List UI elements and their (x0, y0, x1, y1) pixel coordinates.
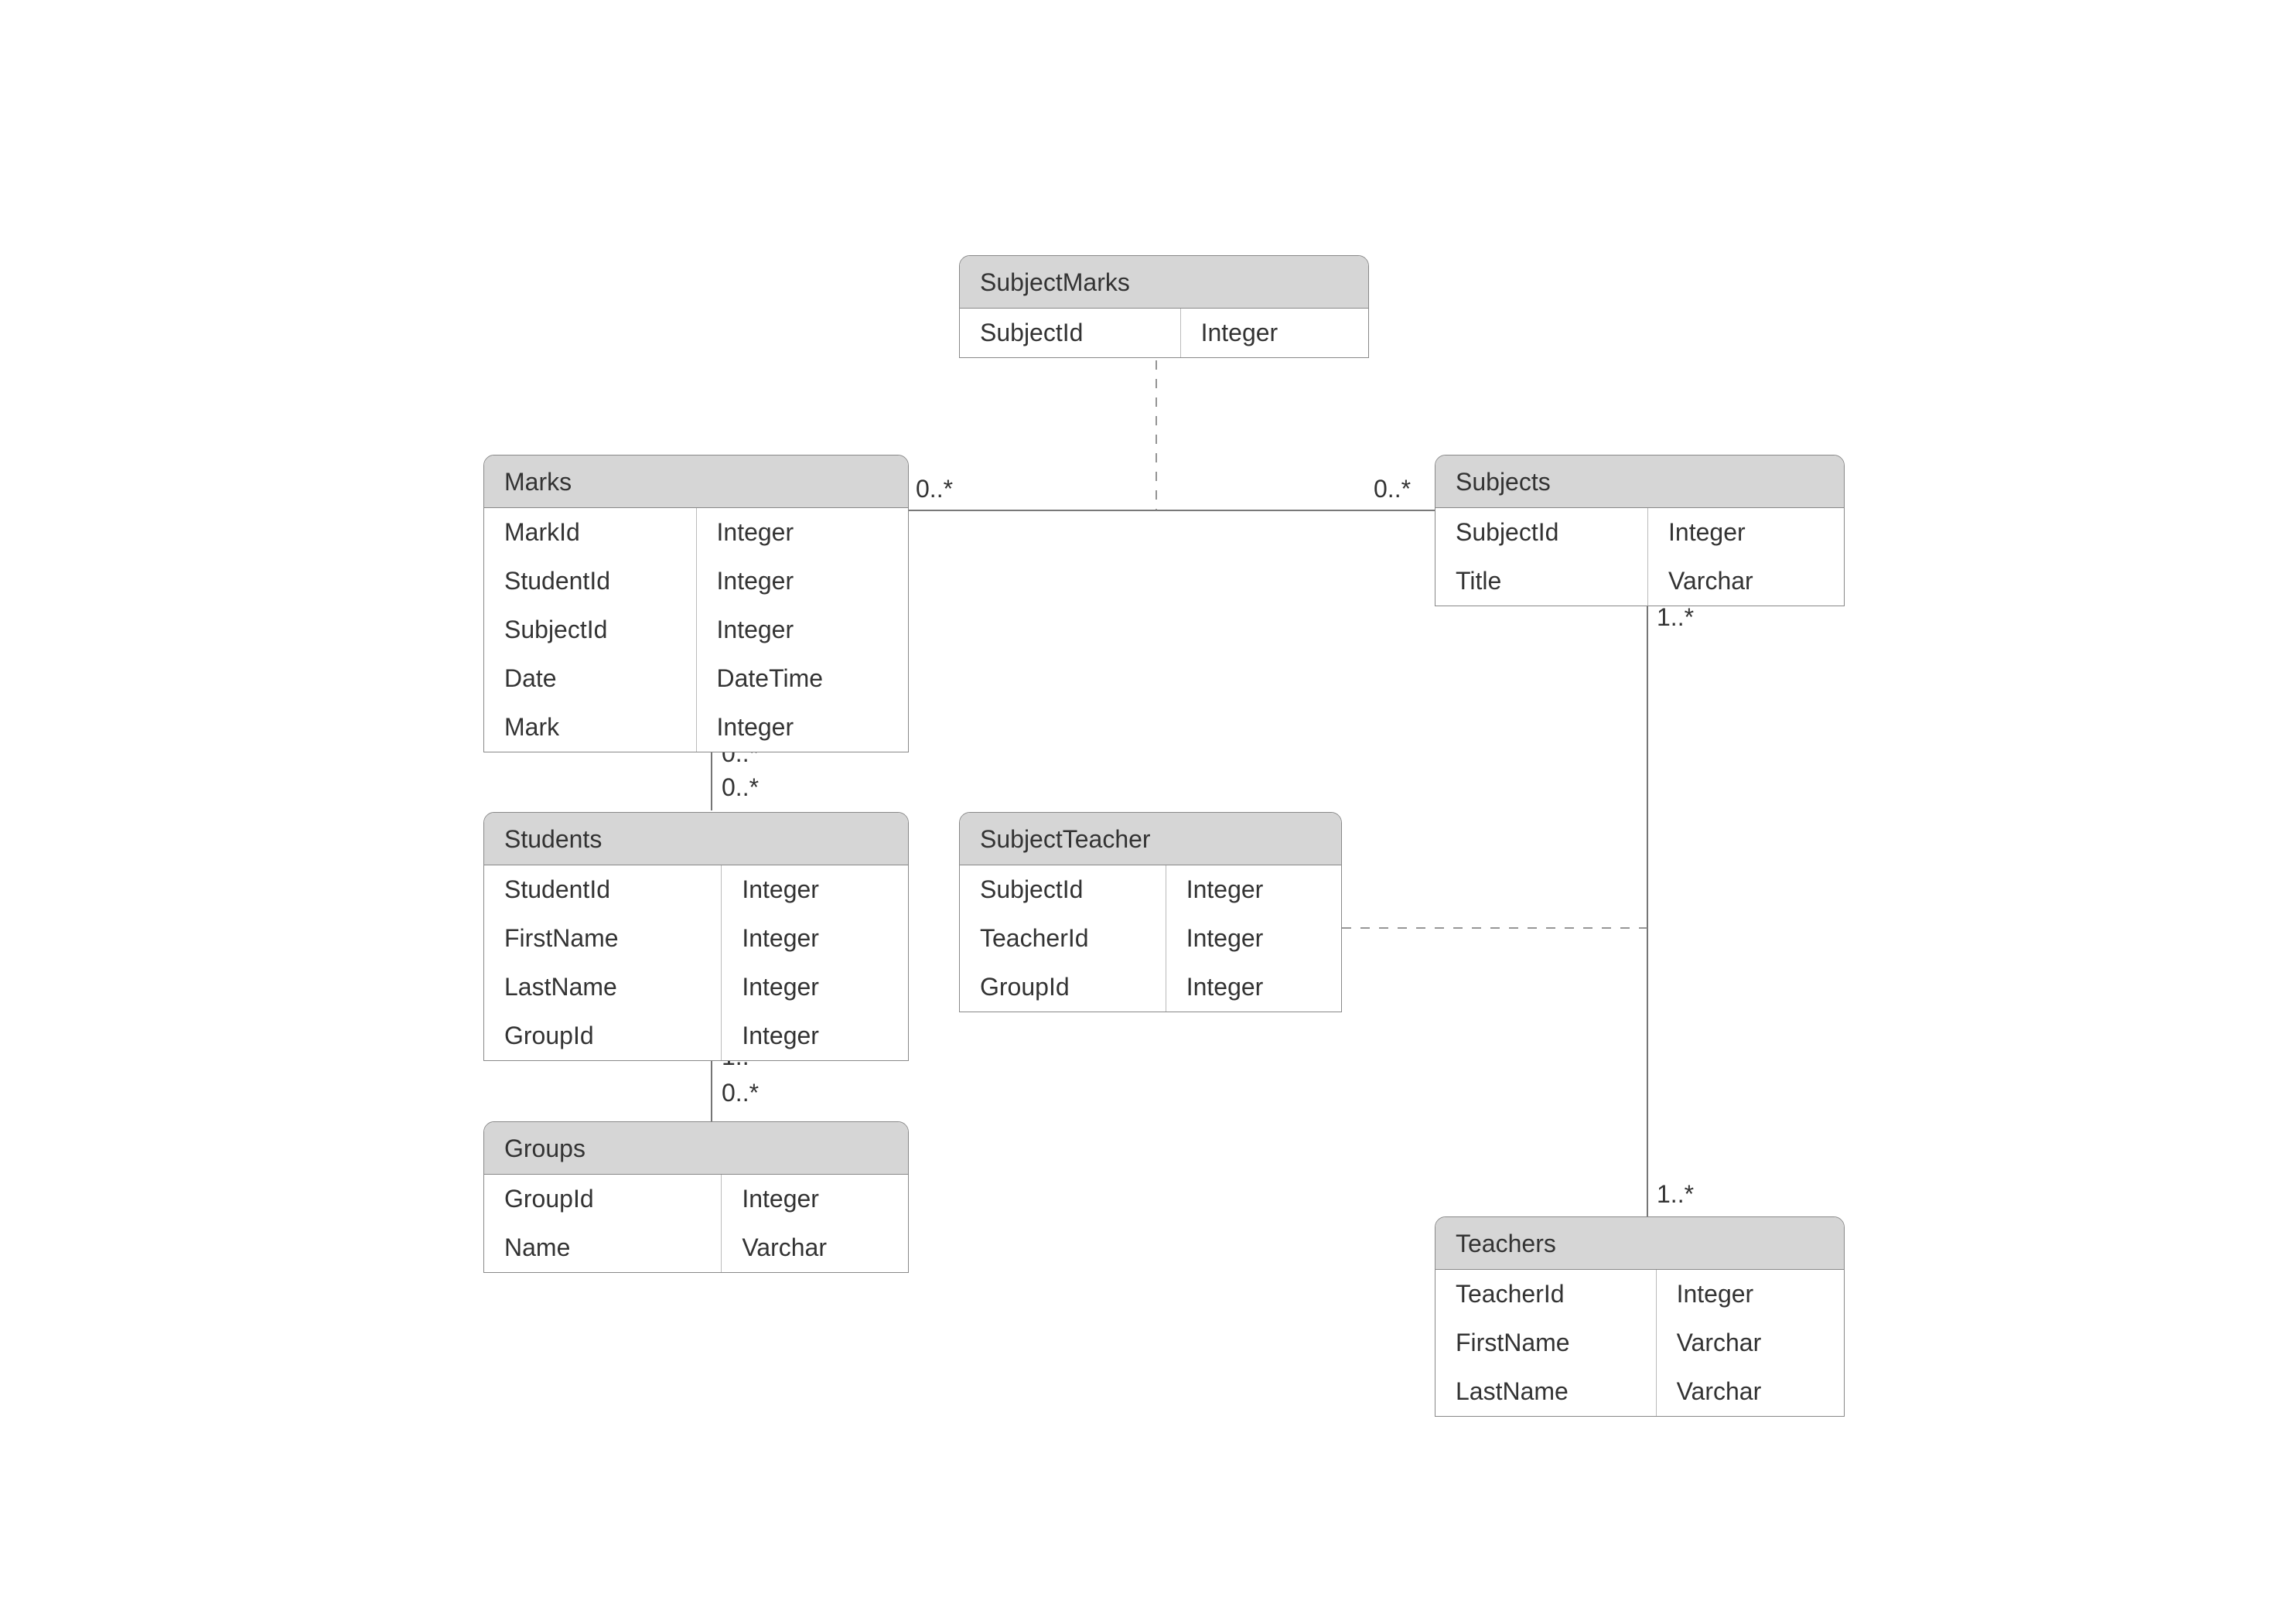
table-subjectteacher-title: SubjectTeacher (960, 813, 1341, 865)
table-subjectteacher: SubjectTeacher SubjectId TeacherId Group… (959, 812, 1342, 1012)
field-type: Integer (722, 1012, 908, 1060)
table-subjects: Subjects SubjectId Title Integer Varchar (1435, 455, 1845, 606)
field-type: Integer (1166, 963, 1341, 1012)
field-type: DateTime (697, 654, 909, 703)
field-type: Integer (697, 557, 909, 606)
field-type: Varchar (1657, 1319, 1844, 1367)
field-name: SubjectId (484, 606, 696, 654)
field-name: StudentId (484, 865, 721, 914)
field-name: Name (484, 1223, 721, 1272)
table-marks-title: Marks (484, 455, 908, 508)
field-type: Integer (1166, 914, 1341, 963)
mult-marks-to-subjects-right: 0..* (1374, 475, 1411, 503)
field-name: Mark (484, 703, 696, 752)
er-diagram-canvas: 0..* 0..* 1..* 1..* 0..* 0..* 1..* 0..* … (0, 0, 2294, 1624)
field-type: Varchar (1657, 1367, 1844, 1416)
field-name: MarkId (484, 508, 696, 557)
field-name: Title (1435, 557, 1647, 606)
field-name: LastName (1435, 1367, 1656, 1416)
table-students: Students StudentId FirstName LastName Gr… (483, 812, 909, 1061)
field-name: TeacherId (960, 914, 1166, 963)
field-name: GroupId (484, 1175, 721, 1223)
field-type: Integer (1657, 1270, 1844, 1319)
table-teachers-title: Teachers (1435, 1217, 1844, 1270)
table-teachers: Teachers TeacherId FirstName LastName In… (1435, 1216, 1845, 1417)
field-name: GroupId (960, 963, 1166, 1012)
mult-subjects-teachers-bottom: 1..* (1657, 1180, 1694, 1209)
field-name: FirstName (484, 914, 721, 963)
field-type: Integer (722, 963, 908, 1012)
field-name: GroupId (484, 1012, 721, 1060)
field-type: Integer (1166, 865, 1341, 914)
table-subjectmarks: SubjectMarks SubjectId Integer (959, 255, 1369, 358)
field-type: Integer (722, 914, 908, 963)
field-name: LastName (484, 963, 721, 1012)
field-name: SubjectId (1435, 508, 1647, 557)
field-type: Integer (1648, 508, 1844, 557)
field-type: Varchar (1648, 557, 1844, 606)
field-type: Integer (697, 703, 909, 752)
field-type: Integer (722, 865, 908, 914)
field-type: Varchar (722, 1223, 908, 1272)
table-students-title: Students (484, 813, 908, 865)
field-type: Integer (1181, 309, 1368, 357)
field-type: Integer (697, 606, 909, 654)
field-name: SubjectId (960, 865, 1166, 914)
mult-students-groups-bottom: 0..* (722, 1079, 759, 1107)
mult-subjects-teachers-top: 1..* (1657, 603, 1694, 632)
table-marks: Marks MarkId StudentId SubjectId Date Ma… (483, 455, 909, 752)
field-name: FirstName (1435, 1319, 1656, 1367)
field-name: StudentId (484, 557, 696, 606)
table-groups: Groups GroupId Name Integer Varchar (483, 1121, 909, 1273)
mult-marks-students-bottom: 0..* (722, 773, 759, 802)
table-subjects-title: Subjects (1435, 455, 1844, 508)
field-type: Integer (697, 508, 909, 557)
field-type: Integer (722, 1175, 908, 1223)
table-groups-title: Groups (484, 1122, 908, 1175)
field-name: SubjectId (960, 309, 1180, 357)
field-name: TeacherId (1435, 1270, 1656, 1319)
field-name: Date (484, 654, 696, 703)
mult-marks-to-subjects-left: 0..* (916, 475, 953, 503)
table-subjectmarks-title: SubjectMarks (960, 256, 1368, 309)
